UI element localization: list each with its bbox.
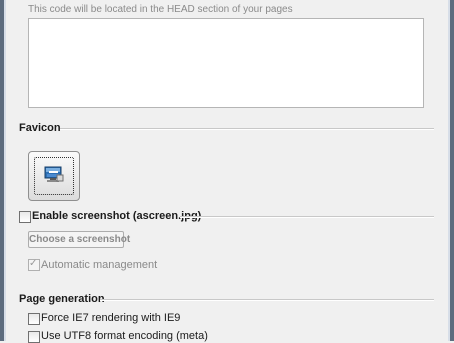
checkmark-icon: ✓ — [29, 258, 38, 269]
window-border-left — [0, 0, 6, 341]
enable-screenshot-label: Enable screenshot (ascreen.jpg) — [32, 210, 202, 222]
favicon-section-divider — [60, 128, 434, 130]
screenshot-section-divider — [180, 216, 434, 218]
head-code-textarea[interactable] — [28, 18, 424, 108]
favicon-select-button[interactable] — [28, 151, 80, 201]
force-ie7-checkbox[interactable] — [28, 313, 40, 325]
automatic-management-checkbox[interactable]: ✓ — [28, 258, 40, 271]
automatic-management-label: Automatic management — [41, 259, 158, 271]
head-code-hint: This code will be located in the HEAD se… — [28, 4, 293, 15]
page-generation-section-title: Page generation — [19, 293, 105, 305]
favicon-section-title: Favicon — [19, 122, 61, 134]
force-ie7-label: Force IE7 rendering with IE9 — [41, 312, 181, 324]
utf8-encoding-label: Use UTF8 format encoding (meta) — [41, 330, 208, 342]
utf8-encoding-checkbox[interactable] — [28, 331, 40, 343]
enable-screenshot-checkbox[interactable] — [19, 211, 31, 223]
screen-monitor-icon — [44, 166, 64, 182]
window-border-right — [448, 0, 454, 341]
choose-screenshot-button[interactable]: Choose a screenshot — [28, 231, 130, 248]
page-generation-section-divider — [100, 299, 434, 301]
